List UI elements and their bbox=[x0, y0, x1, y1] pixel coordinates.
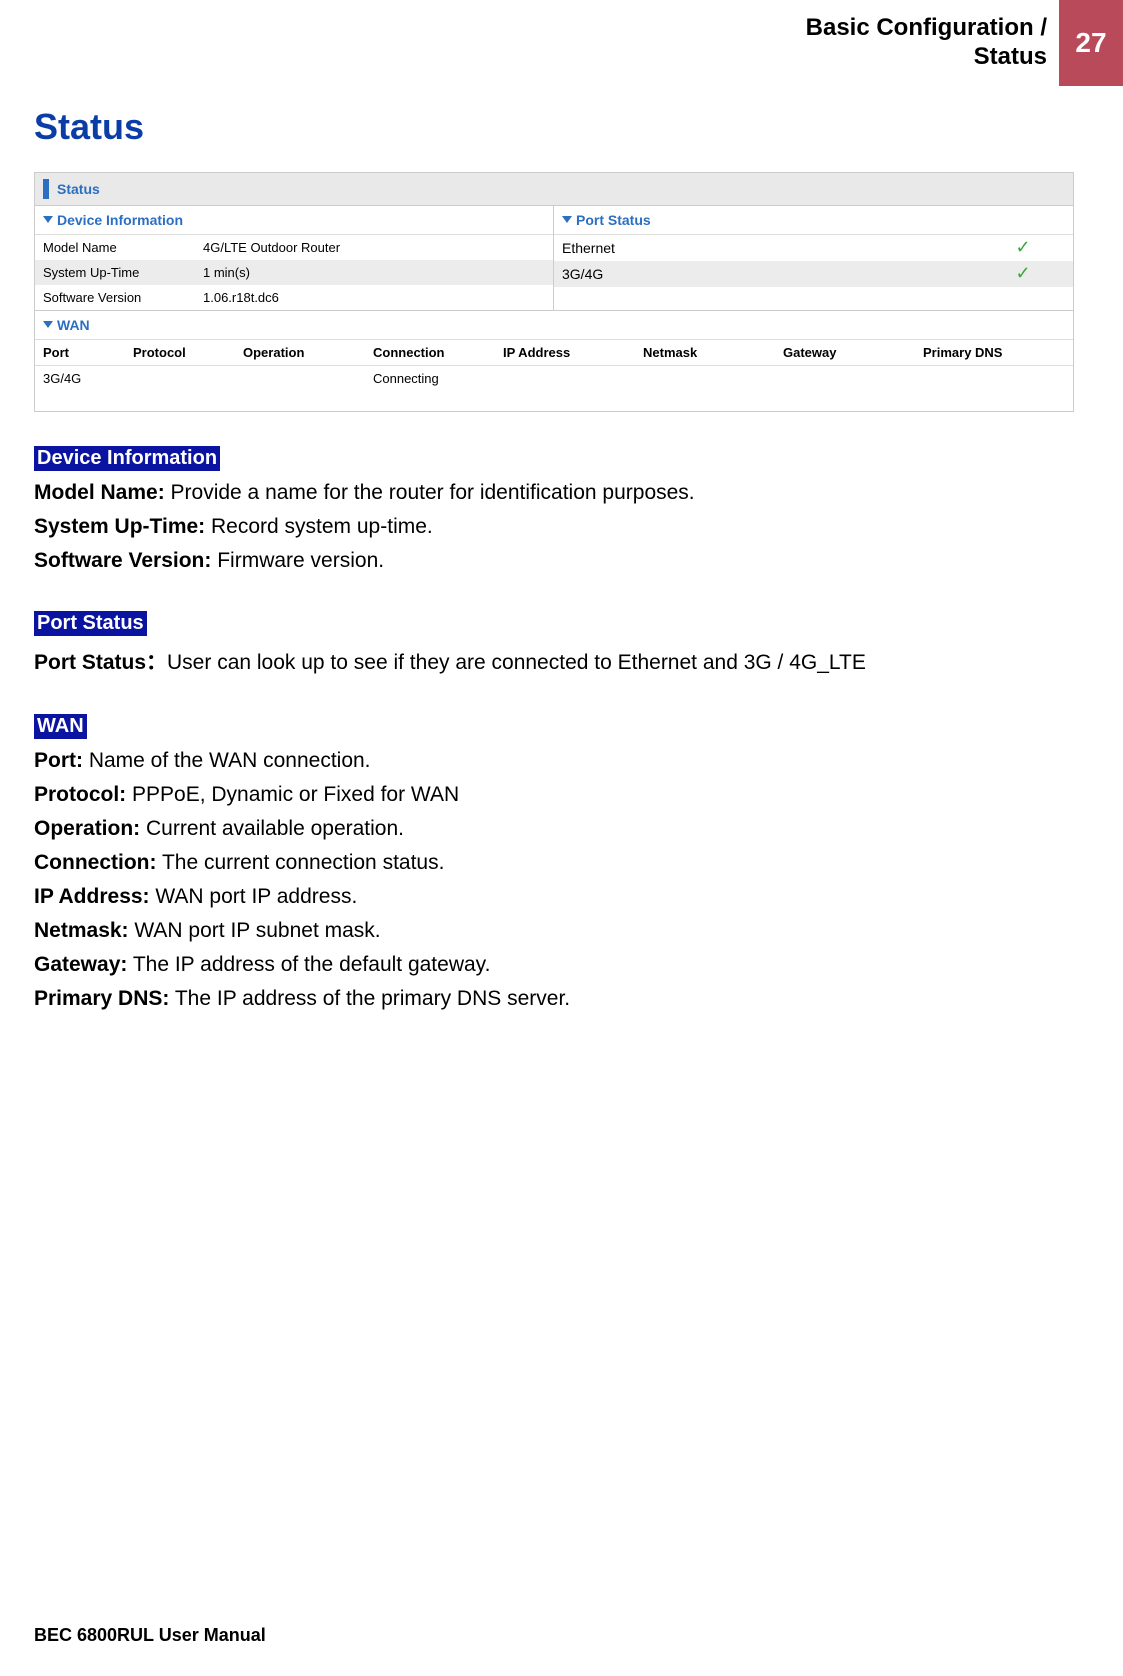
sc-port-status-header: Port Status bbox=[554, 206, 1073, 235]
wan-gateway bbox=[783, 371, 923, 386]
desc-line: System Up-Time: Record system up-time. bbox=[34, 515, 1089, 539]
blue-marker-icon bbox=[43, 179, 49, 199]
desc-label: IP Address: bbox=[34, 885, 150, 908]
wan-dns bbox=[923, 371, 1063, 386]
triangle-down-icon bbox=[43, 216, 53, 223]
sc-status-title: Status bbox=[57, 181, 100, 197]
main-title: Status bbox=[34, 106, 1089, 148]
cell-label: System Up-Time bbox=[43, 265, 203, 280]
section-head-device-info: Device Information bbox=[34, 446, 220, 471]
desc-text: The IP address of the primary DNS server… bbox=[169, 987, 570, 1010]
desc-line: Operation: Current available operation. bbox=[34, 817, 1089, 841]
wan-connection: Connecting bbox=[373, 371, 503, 386]
desc-text: WAN port IP subnet mask. bbox=[129, 919, 381, 942]
header-title: Basic Configuration / Status bbox=[794, 0, 1059, 86]
triangle-down-icon bbox=[562, 216, 572, 223]
wan-h-gateway: Gateway bbox=[783, 345, 923, 360]
wan-port: 3G/4G bbox=[43, 371, 133, 386]
desc-label: Gateway: bbox=[34, 953, 127, 976]
wan-header-row: Port Protocol Operation Connection IP Ad… bbox=[35, 340, 1073, 366]
footer-text: BEC 6800RUL User Manual bbox=[34, 1625, 266, 1646]
desc-line: Port: Name of the WAN connection. bbox=[34, 749, 1089, 773]
desc-text: User can look up to see if they are conn… bbox=[167, 651, 866, 674]
page-header: Basic Configuration / Status 27 bbox=[0, 0, 1123, 86]
wan-h-port: Port bbox=[43, 345, 133, 360]
check-icon: ✓ bbox=[973, 237, 1073, 258]
wan-h-ip: IP Address bbox=[503, 345, 643, 360]
desc-line: IP Address: WAN port IP address. bbox=[34, 885, 1089, 909]
page-number: 27 bbox=[1059, 0, 1123, 86]
desc-line: Netmask: WAN port IP subnet mask. bbox=[34, 919, 1089, 943]
desc-text: Record system up-time. bbox=[205, 515, 433, 538]
sc-status-bar: Status bbox=[35, 173, 1073, 206]
desc-label: Software Version: bbox=[34, 549, 211, 572]
desc-label: Model Name: bbox=[34, 481, 165, 504]
desc-line: Software Version: Firmware version. bbox=[34, 549, 1089, 573]
table-row: 3G/4G ✓ bbox=[554, 261, 1073, 287]
desc-label: Port: bbox=[34, 749, 83, 772]
table-row: Software Version 1.06.r18t.dc6 bbox=[35, 285, 553, 310]
desc-text: WAN port IP address. bbox=[150, 885, 358, 908]
wan-h-protocol: Protocol bbox=[133, 345, 243, 360]
cell-label: Software Version bbox=[43, 290, 203, 305]
triangle-down-icon bbox=[43, 321, 53, 328]
desc-label: Operation: bbox=[34, 817, 140, 840]
wan-h-netmask: Netmask bbox=[643, 345, 783, 360]
desc-text: The current connection status. bbox=[156, 851, 444, 874]
sc-port-status-title: Port Status bbox=[576, 212, 651, 228]
desc-line: Protocol: PPPoE, Dynamic or Fixed for WA… bbox=[34, 783, 1089, 807]
desc-label: Port Status： bbox=[34, 651, 167, 674]
wan-netmask bbox=[643, 371, 783, 386]
desc-text: PPPoE, Dynamic or Fixed for WAN bbox=[126, 783, 459, 806]
section-head-wan: WAN bbox=[34, 714, 87, 739]
status-screenshot: Status Device Information Model Name 4G/… bbox=[34, 172, 1074, 412]
desc-label: Netmask: bbox=[34, 919, 129, 942]
cell-value: 1.06.r18t.dc6 bbox=[203, 290, 545, 305]
desc-line: Model Name: Provide a name for the route… bbox=[34, 481, 1089, 505]
desc-label: Primary DNS: bbox=[34, 987, 169, 1010]
desc-text: Firmware version. bbox=[211, 549, 384, 572]
port-label: Ethernet bbox=[554, 235, 973, 261]
cell-value: 4G/LTE Outdoor Router bbox=[203, 240, 545, 255]
desc-label: System Up-Time: bbox=[34, 515, 205, 538]
section-head-port-status: Port Status bbox=[34, 611, 147, 636]
sc-wan-title: WAN bbox=[57, 317, 90, 333]
wan-h-dns: Primary DNS bbox=[923, 345, 1063, 360]
table-row: Ethernet ✓ bbox=[554, 235, 1073, 261]
cell-value: 1 min(s) bbox=[203, 265, 545, 280]
desc-text: Name of the WAN connection. bbox=[83, 749, 371, 772]
desc-label: Protocol: bbox=[34, 783, 126, 806]
cell-label: Model Name bbox=[43, 240, 203, 255]
port-label: 3G/4G bbox=[554, 261, 973, 287]
desc-text: Provide a name for the router for identi… bbox=[165, 481, 695, 504]
header-line-2: Status bbox=[806, 43, 1047, 72]
header-line-1: Basic Configuration / bbox=[806, 14, 1047, 43]
table-row: Model Name 4G/LTE Outdoor Router bbox=[35, 235, 553, 260]
desc-line: Primary DNS: The IP address of the prima… bbox=[34, 987, 1089, 1011]
sc-wan-header: WAN bbox=[35, 311, 1073, 340]
desc-line: Gateway: The IP address of the default g… bbox=[34, 953, 1089, 977]
desc-text: Current available operation. bbox=[140, 817, 404, 840]
wan-protocol bbox=[133, 371, 243, 386]
desc-text: The IP address of the default gateway. bbox=[127, 953, 490, 976]
sc-device-info-title: Device Information bbox=[57, 212, 183, 228]
desc-label: Connection: bbox=[34, 851, 156, 874]
wan-h-operation: Operation bbox=[243, 345, 373, 360]
sc-device-info-header: Device Information bbox=[35, 206, 553, 235]
wan-h-connection: Connection bbox=[373, 345, 503, 360]
wan-ip bbox=[503, 371, 643, 386]
check-icon: ✓ bbox=[973, 263, 1073, 284]
wan-operation bbox=[243, 371, 373, 386]
table-row: System Up-Time 1 min(s) bbox=[35, 260, 553, 285]
desc-line: Connection: The current connection statu… bbox=[34, 851, 1089, 875]
wan-data-row: 3G/4G Connecting bbox=[35, 366, 1073, 391]
desc-line: Port Status：User can look up to see if t… bbox=[34, 646, 1089, 676]
